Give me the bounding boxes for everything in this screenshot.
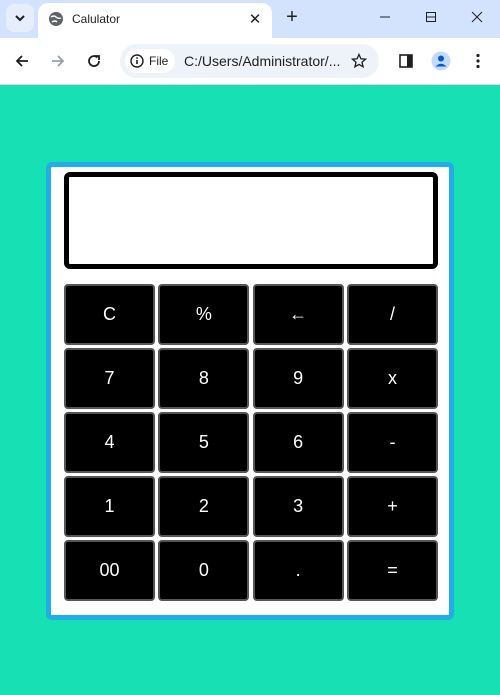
tab-search-button[interactable] <box>6 4 34 32</box>
bookmark-button[interactable] <box>349 51 369 71</box>
maximize-icon <box>426 12 436 22</box>
site-chip-label: File <box>149 54 169 68</box>
tab-title: Calulator <box>72 12 121 26</box>
key-digit-8-button[interactable]: 8 <box>158 348 250 409</box>
url-text[interactable]: C:/Users/Administrator/... <box>184 53 340 69</box>
key-digit-7-button[interactable]: 7 <box>64 348 155 409</box>
browser-toolbar: File C:/Users/Administrator/... <box>0 38 500 85</box>
key-digit-9-button[interactable]: 9 <box>252 348 344 409</box>
avatar-icon <box>431 51 451 71</box>
reload-button[interactable] <box>80 47 108 75</box>
calculator-display[interactable] <box>64 172 438 269</box>
back-button[interactable] <box>8 47 36 75</box>
key-digit-6-button[interactable]: 6 <box>252 412 344 473</box>
tab-close-button[interactable]: ✕ <box>246 10 264 28</box>
calculator-keypad: C% ←/ 7 8 9 x 4 5 6- 1 2 3 +00 0. = <box>64 284 438 602</box>
star-icon <box>351 53 367 69</box>
key-percent-button[interactable]: % <box>158 284 250 345</box>
key-clear-button[interactable]: C <box>64 284 155 345</box>
key-digit-5-button[interactable]: 5 <box>158 412 250 473</box>
key-digit-0-button[interactable]: 0 <box>158 540 250 601</box>
side-panel-button[interactable] <box>392 47 420 75</box>
key-subtract-button[interactable]: - <box>346 412 438 473</box>
side-panel-icon <box>399 54 413 68</box>
key-digit-1-button[interactable]: 1 <box>64 476 155 537</box>
close-window-button[interactable] <box>454 0 500 34</box>
calculator: C% ←/ 7 8 9 x 4 5 6- 1 2 3 +00 0. = <box>46 162 454 620</box>
new-tab-button[interactable]: + <box>281 6 303 28</box>
profile-button[interactable] <box>427 47 455 75</box>
globe-icon <box>49 12 63 26</box>
arrow-right-icon <box>52 55 65 67</box>
reload-icon <box>88 55 100 67</box>
minimize-window-button[interactable] <box>362 0 408 34</box>
key-backspace-button[interactable]: ← <box>252 284 344 345</box>
key-double-zero-button[interactable]: 00 <box>64 540 155 601</box>
forward-button[interactable] <box>44 47 72 75</box>
browser-tab[interactable]: Calulator ✕ <box>38 3 272 38</box>
info-icon <box>130 54 144 68</box>
close-icon <box>471 11 483 23</box>
key-equals-button[interactable]: = <box>346 540 438 601</box>
arrow-left-icon <box>15 55 28 67</box>
key-add-button[interactable]: + <box>346 476 438 537</box>
key-digit-3-button[interactable]: 3 <box>252 476 344 537</box>
menu-button[interactable] <box>464 47 492 75</box>
key-decimal-button[interactable]: . <box>252 540 344 601</box>
address-bar[interactable]: File C:/Users/Administrator/... <box>120 44 379 78</box>
maximize-window-button[interactable] <box>408 0 454 34</box>
minimize-icon <box>380 16 390 18</box>
key-multiply-button[interactable]: x <box>346 348 438 409</box>
key-digit-2-button[interactable]: 2 <box>158 476 250 537</box>
more-vertical-icon <box>476 53 480 69</box>
key-digit-4-button[interactable]: 4 <box>64 412 155 473</box>
site-info-chip[interactable]: File <box>125 49 175 73</box>
key-divide-button[interactable]: / <box>346 284 438 345</box>
chevron-down-icon <box>15 15 25 22</box>
